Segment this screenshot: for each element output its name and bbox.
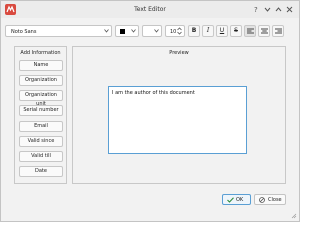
- insert-email-button[interactable]: Email: [19, 121, 63, 132]
- preview-text-area[interactable]: I am the author of this document: [108, 86, 247, 154]
- font-family-select[interactable]: Noto Sans: [5, 25, 112, 37]
- title-bar: Text Editor ?: [1, 1, 299, 18]
- insert-name-button[interactable]: Name: [19, 60, 63, 71]
- cancel-icon: [259, 197, 265, 203]
- font-size-value: 10: [170, 29, 177, 35]
- close-label: Close: [268, 197, 282, 203]
- font-size-spinbox[interactable]: 10: [165, 25, 185, 37]
- insert-date-button[interactable]: Date: [19, 166, 63, 177]
- color-swatch: [120, 29, 125, 34]
- insert-organization-unit-button[interactable]: Organization unit: [19, 90, 63, 107]
- format-toolbar: Noto Sans 10 B I U S: [1, 22, 299, 40]
- style-select[interactable]: [142, 25, 162, 37]
- font-family-value: Noto Sans: [11, 29, 37, 35]
- insert-serial-number-button[interactable]: Serial number: [19, 105, 63, 116]
- insert-valid-till-button[interactable]: Valid till: [19, 151, 63, 162]
- chevron-down-icon[interactable]: [263, 5, 272, 14]
- align-left-icon: [247, 28, 254, 34]
- close-icon[interactable]: [285, 5, 294, 14]
- align-center-button[interactable]: [258, 25, 270, 37]
- preview-text: I am the author of this document: [112, 90, 195, 96]
- chevron-up-icon[interactable]: [274, 5, 283, 14]
- chevron-down-icon: [131, 29, 136, 33]
- insert-organization-button[interactable]: Organization: [19, 75, 63, 86]
- align-right-icon: [275, 28, 282, 34]
- align-left-button[interactable]: [244, 25, 256, 37]
- ok-button[interactable]: OK: [222, 194, 251, 205]
- spin-arrows-icon[interactable]: [177, 27, 182, 35]
- svg-text:?: ?: [254, 6, 258, 14]
- chevron-down-icon: [104, 29, 109, 33]
- bold-button[interactable]: B: [188, 25, 200, 37]
- underline-button[interactable]: U: [216, 25, 228, 37]
- resize-grip-icon[interactable]: [291, 213, 297, 219]
- text-editor-window: Text Editor ? Noto Sans 10 B I U S Add I…: [0, 0, 300, 222]
- ok-label: OK: [236, 197, 244, 203]
- add-information-panel: Add Information Name Organization Organi…: [14, 46, 67, 184]
- preview-panel: Preview I am the author of this document: [72, 46, 286, 184]
- strikethrough-button[interactable]: S: [230, 25, 242, 37]
- italic-button[interactable]: I: [202, 25, 214, 37]
- checkmark-icon: [227, 197, 234, 203]
- align-center-icon: [261, 28, 268, 34]
- chevron-down-icon: [154, 29, 159, 33]
- text-color-select[interactable]: [115, 25, 139, 37]
- align-right-button[interactable]: [272, 25, 284, 37]
- help-icon[interactable]: ?: [252, 5, 261, 14]
- preview-title: Preview: [169, 50, 189, 56]
- add-information-title: Add Information: [20, 50, 61, 56]
- close-button[interactable]: Close: [254, 194, 286, 205]
- insert-valid-since-button[interactable]: Valid since: [19, 136, 63, 147]
